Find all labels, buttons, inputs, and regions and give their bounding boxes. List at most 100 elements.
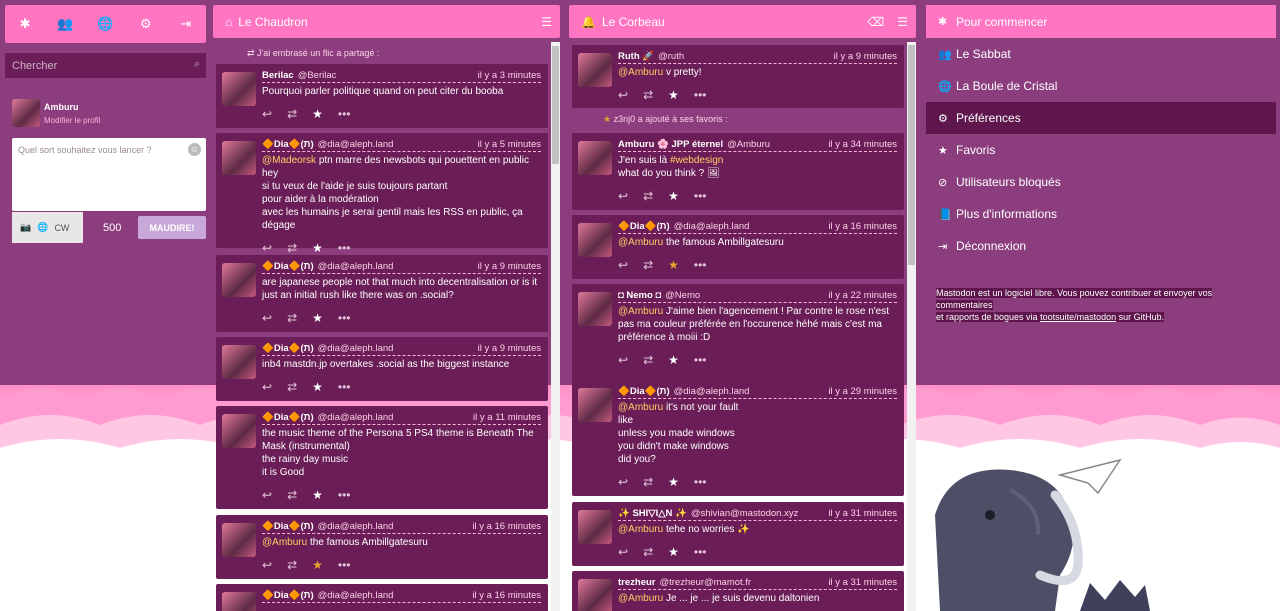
account-handle[interactable]: @Nemo	[665, 289, 700, 301]
more-icon[interactable]: •••	[694, 189, 707, 203]
mention-link[interactable]: @Amburu	[618, 306, 663, 317]
avatar[interactable]	[222, 414, 256, 448]
avatar[interactable]	[578, 388, 612, 422]
star-icon[interactable]: ★	[312, 380, 323, 394]
account-handle[interactable]: @dia@aleph.land	[318, 260, 394, 272]
account-handle[interactable]: @shivian@mastodon.xyz	[691, 507, 798, 519]
more-icon[interactable]: •••	[694, 353, 707, 367]
display-name[interactable]: 🔶Dia🔶(ת)	[262, 520, 314, 532]
display-name[interactable]: 🔶Dia🔶(ת)	[262, 589, 314, 601]
status-card[interactable]: Berilac @Berilac il y a 3 minutes Pourquoi …	[216, 64, 548, 128]
star-icon[interactable]: ★	[668, 353, 679, 367]
boost-icon[interactable]: ⇄	[643, 353, 653, 367]
status-card[interactable]: ✨ SHI▽I△N ✨ @shivian@mastodon.xyz il y a 3…	[572, 502, 904, 566]
status-card[interactable]: trezheur @trezheur@mamot.fr il y a 31 minu…	[572, 571, 904, 611]
status-card[interactable]: 🔶Dia🔶(ת) @dia@aleph.land il y a 9 minutes a…	[216, 255, 548, 332]
nav-item-plus-d-informations[interactable]: 📘 Plus d'informations	[926, 198, 1276, 230]
mention-link[interactable]: @Amburu	[618, 237, 663, 248]
star-icon[interactable]: ★	[312, 558, 323, 572]
timestamp[interactable]: il y a 16 minutes	[472, 589, 541, 601]
search-icon[interactable]: ⌕	[194, 58, 200, 71]
avatar[interactable]	[222, 141, 256, 175]
boost-icon[interactable]: ⇄	[643, 545, 653, 559]
avatar[interactable]	[222, 523, 256, 557]
settings-sliders-icon[interactable]: ☰	[897, 15, 908, 29]
reply-icon[interactable]: ↩	[262, 107, 272, 121]
reply-icon[interactable]: ↩	[262, 311, 272, 325]
mention-link[interactable]: @Madeorsk	[262, 155, 316, 166]
more-icon[interactable]: •••	[338, 241, 351, 255]
more-icon[interactable]: •••	[338, 380, 351, 394]
avatar[interactable]	[578, 579, 612, 611]
avatar[interactable]	[222, 592, 256, 611]
nav-item-préférences[interactable]: ⚙ Préférences	[926, 102, 1276, 134]
account-handle[interactable]: @dia@aleph.land	[674, 220, 750, 232]
status-card[interactable]: 🔶Dia🔶(ת) @dia@aleph.land il y a 16 minutes…	[216, 584, 548, 611]
column-header[interactable]: ⌂ Le Chaudron ☰	[213, 5, 560, 38]
timestamp[interactable]: il y a 9 minutes	[478, 260, 541, 272]
nav-item-déconnexion[interactable]: ⇥ Déconnexion	[926, 230, 1276, 262]
boost-icon[interactable]: ⇄	[287, 107, 297, 121]
boost-user[interactable]: J'ai embrasé un flic	[257, 48, 334, 58]
logout-icon[interactable]: ⇥	[178, 16, 194, 32]
cw-toggle[interactable]: CW	[54, 223, 69, 233]
account-handle[interactable]: @dia@aleph.land	[318, 589, 394, 601]
avatar[interactable]	[222, 345, 256, 379]
avatar[interactable]	[12, 99, 40, 127]
account-handle[interactable]: @ruth	[658, 50, 684, 62]
camera-icon[interactable]: 📷	[20, 222, 31, 233]
boost-icon[interactable]: ⇄	[287, 380, 297, 394]
globe-icon[interactable]: 🌐	[97, 16, 113, 32]
display-name[interactable]: Amburu 🌸 JPP éternel	[618, 138, 723, 150]
nav-item-utilisateurs-bloqués[interactable]: ⊘ Utilisateurs bloqués	[926, 166, 1276, 198]
reply-icon[interactable]: ↩	[262, 380, 272, 394]
more-icon[interactable]: •••	[338, 488, 351, 502]
more-icon[interactable]: •••	[338, 311, 351, 325]
nav-item-favoris[interactable]: ★ Favoris	[926, 134, 1276, 166]
timestamp[interactable]: il y a 22 minutes	[828, 289, 897, 301]
account-handle[interactable]: @dia@aleph.land	[318, 520, 394, 532]
timestamp[interactable]: il y a 3 minutes	[478, 69, 541, 81]
reply-icon[interactable]: ↩	[618, 258, 628, 272]
mention-link[interactable]: @Amburu	[618, 593, 663, 604]
timestamp[interactable]: il y a 5 minutes	[478, 138, 541, 150]
timestamp[interactable]: il y a 31 minutes	[828, 507, 897, 519]
mention-link[interactable]: @Amburu	[262, 537, 307, 548]
display-name[interactable]: Berilac	[262, 69, 294, 81]
timestamp[interactable]: il y a 16 minutes	[828, 220, 897, 232]
github-link[interactable]: tootsuite/mastodon	[1040, 312, 1116, 322]
scrollbar[interactable]	[551, 42, 560, 611]
more-icon[interactable]: •••	[338, 558, 351, 572]
display-name[interactable]: 🔶Dia🔶(ת)	[262, 411, 314, 423]
reply-icon[interactable]: ↩	[618, 475, 628, 489]
mention-link[interactable]: @Amburu	[618, 524, 663, 535]
status-card[interactable]: 🔶Dia🔶(ת) @dia@aleph.land il y a 5 minutes @…	[216, 133, 548, 254]
submit-button[interactable]: MAUDIRE!	[138, 216, 206, 239]
timestamp[interactable]: il y a 34 minutes	[828, 138, 897, 150]
boost-icon[interactable]: ⇄	[643, 189, 653, 203]
globe-icon[interactable]: 🌐	[37, 222, 48, 233]
star-icon[interactable]: ★	[312, 488, 323, 502]
status-card[interactable]: 🔶Dia🔶(ת) @dia@aleph.land il y a 16 minutes…	[216, 515, 548, 579]
more-icon[interactable]: •••	[694, 258, 707, 272]
display-name[interactable]: 🔶Dia🔶(ת)	[618, 220, 670, 232]
status-card[interactable]: 🔶Dia🔶(ת) @dia@aleph.land il y a 16 minutes…	[572, 215, 904, 279]
avatar[interactable]	[578, 141, 612, 175]
star-icon[interactable]: ★	[668, 545, 679, 559]
status-card[interactable]: Ruth 🚀 @ruth il y a 9 minutes @Amburu v pre…	[572, 45, 904, 108]
timestamp[interactable]: il y a 31 minutes	[828, 576, 897, 588]
eraser-icon[interactable]: ⌫	[867, 15, 884, 29]
timestamp[interactable]: il y a 16 minutes	[472, 520, 541, 532]
star-icon[interactable]: ★	[668, 189, 679, 203]
account-handle[interactable]: @trezheur@mamot.fr	[659, 576, 751, 588]
edit-profile-link[interactable]: Modifier le profil	[44, 116, 100, 125]
account-handle[interactable]: @dia@aleph.land	[318, 138, 394, 150]
boost-icon[interactable]: ⇄	[287, 488, 297, 502]
reply-icon[interactable]: ↩	[618, 353, 628, 367]
reply-icon[interactable]: ↩	[262, 558, 272, 572]
display-name[interactable]: 🔶Dia🔶(ת)	[262, 260, 314, 272]
timestamp[interactable]: il y a 29 minutes	[828, 385, 897, 397]
mention-link[interactable]: @Amburu	[618, 402, 663, 413]
star-icon[interactable]: ★	[668, 475, 679, 489]
reply-icon[interactable]: ↩	[262, 241, 272, 255]
